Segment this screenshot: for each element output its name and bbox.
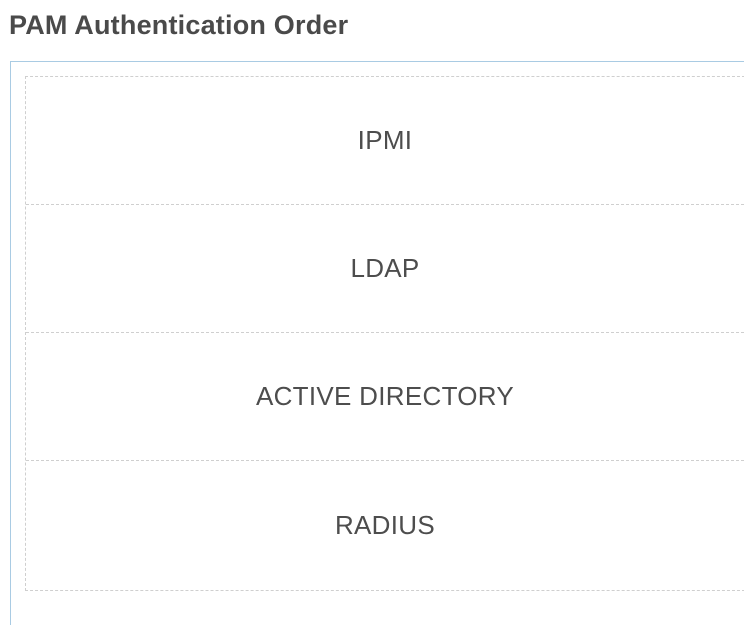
auth-order-item-label: ACTIVE DIRECTORY — [255, 381, 515, 411]
auth-order-item-ipmi[interactable]: IPMI — [26, 77, 744, 205]
pam-settings-page: PAM Authentication Order IPMI LDAP ACTIV… — [0, 0, 744, 625]
auth-order-item-label: RADIUS — [334, 510, 436, 540]
auth-order-item-label: LDAP — [350, 253, 420, 283]
auth-order-panel: IPMI LDAP ACTIVE DIRECTORY RADIUS — [10, 61, 744, 625]
auth-order-item-active-directory[interactable]: ACTIVE DIRECTORY — [26, 333, 744, 461]
auth-order-item-radius[interactable]: RADIUS — [26, 461, 744, 590]
auth-order-item-label: IPMI — [357, 125, 413, 155]
section-title: PAM Authentication Order — [9, 10, 349, 40]
auth-order-item-ldap[interactable]: LDAP — [26, 205, 744, 333]
auth-order-list: IPMI LDAP ACTIVE DIRECTORY RADIUS — [25, 76, 744, 591]
